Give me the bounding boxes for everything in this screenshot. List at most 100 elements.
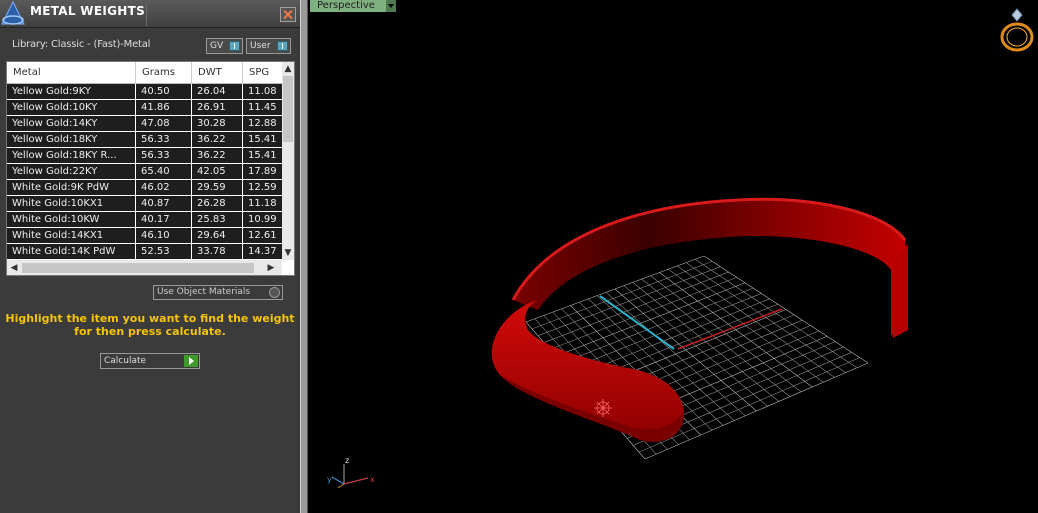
- panel-titlebar[interactable]: METAL WEIGHTS: [0, 0, 300, 28]
- cell-grams: 40.17: [136, 212, 192, 227]
- cell-spg: 12.61: [248, 230, 277, 241]
- cell-grams: 56.33: [136, 132, 192, 147]
- cell-grams: 56.33: [136, 148, 192, 163]
- column-header-spg[interactable]: SPG: [243, 62, 282, 84]
- toggle-circle-icon: [269, 287, 280, 298]
- cell-metal: White Gold:10KW: [7, 212, 136, 227]
- panel-splitter[interactable]: [300, 0, 308, 513]
- cell-spg: 14.37: [248, 246, 277, 257]
- gv-toggle[interactable]: GV: [206, 38, 243, 54]
- table-row[interactable]: Yellow Gold:22KY 65.40 42.05 17.89: [7, 164, 282, 180]
- cell-spg: 12.88: [248, 118, 277, 129]
- vertical-scroll-thumb[interactable]: [283, 76, 293, 142]
- cell-metal: Yellow Gold:14KY: [7, 116, 136, 131]
- horizontal-scroll-thumb[interactable]: [22, 263, 254, 273]
- axis-x-label: x: [370, 475, 375, 484]
- scroll-right-icon[interactable]: ▶: [265, 261, 277, 275]
- title-separator: [146, 4, 147, 26]
- app-logo-icon: [1, 0, 25, 25]
- cell-metal: White Gold:9K PdW: [7, 180, 136, 195]
- cell-grams: 46.10: [136, 228, 192, 243]
- calculate-label: Calculate: [104, 356, 147, 366]
- use-object-materials-label: Use Object Materials: [157, 287, 251, 297]
- cell-spg: 10.99: [248, 214, 277, 225]
- cell-grams: 40.50: [136, 84, 192, 99]
- table-row[interactable]: White Gold:14KX1 46.10 29.64 12.61: [7, 228, 282, 244]
- calculate-go-icon[interactable]: [184, 355, 198, 367]
- cell-dwt: 26.91: [192, 100, 243, 115]
- column-header-dwt[interactable]: DWT: [192, 62, 243, 84]
- panel-title: METAL WEIGHTS: [30, 4, 146, 18]
- view-mode-label: Perspective: [317, 0, 375, 11]
- column-header-metal[interactable]: Metal: [7, 62, 136, 84]
- gv-label: GV: [210, 41, 224, 51]
- calculate-button[interactable]: Calculate: [100, 353, 200, 369]
- cell-metal: White Gold:14K PdW: [7, 244, 136, 259]
- cell-spg: 12.59: [248, 182, 277, 193]
- vertical-scrollbar[interactable]: ▲ ▼: [282, 62, 294, 260]
- cell-dwt: 36.22: [192, 148, 243, 163]
- instruction-line-1: Highlight the item you want to find the …: [5, 312, 295, 325]
- axis-z-label: z: [345, 456, 349, 465]
- cell-dwt: 26.04: [192, 84, 243, 99]
- instruction-text: Highlight the item you want to find the …: [0, 312, 300, 338]
- cell-dwt: 26.28: [192, 196, 243, 211]
- horizontal-scrollbar[interactable]: ◀ ▶: [7, 260, 282, 275]
- cell-dwt: 36.22: [192, 132, 243, 147]
- scroll-left-icon[interactable]: ◀: [8, 261, 20, 275]
- cell-dwt: 29.59: [192, 180, 243, 195]
- user-indicator-icon: [277, 41, 288, 51]
- table-row[interactable]: Yellow Gold:10KY 41.86 26.91 11.45: [7, 100, 282, 116]
- cell-spg: 11.08: [248, 86, 277, 97]
- cell-grams: 47.08: [136, 116, 192, 131]
- user-toggle[interactable]: User: [246, 38, 291, 54]
- cell-dwt: 30.28: [192, 116, 243, 131]
- grid-line: [686, 262, 846, 373]
- column-header-grams[interactable]: Grams: [136, 62, 192, 84]
- table-row[interactable]: Yellow Gold:14KY 47.08 30.28 12.88: [7, 116, 282, 132]
- table-row[interactable]: White Gold:14K PdW 52.53 33.78 14.37: [7, 244, 282, 260]
- instruction-line-2: for then press calculate.: [74, 325, 226, 338]
- table-row[interactable]: Yellow Gold:9KY 40.50 26.04 11.08: [7, 84, 282, 100]
- close-icon[interactable]: [280, 7, 296, 22]
- cell-spg: 15.41: [248, 150, 277, 161]
- table-row[interactable]: Yellow Gold:18KY R... 56.33 36.22 15.41: [7, 148, 282, 164]
- cell-dwt: 42.05: [192, 164, 243, 179]
- cell-grams: 41.86: [136, 100, 192, 115]
- cell-metal: Yellow Gold:22KY: [7, 164, 136, 179]
- ring-band-front: [491, 300, 685, 442]
- cell-spg: 15.41: [248, 134, 277, 145]
- table-row[interactable]: White Gold:10KX1 40.87 26.28 11.18: [7, 196, 282, 212]
- scroll-down-icon[interactable]: ▼: [282, 247, 294, 259]
- table-row[interactable]: White Gold:9K PdW 46.02 29.59 12.59: [7, 180, 282, 196]
- user-label: User: [250, 41, 271, 51]
- table-row[interactable]: White Gold:10KW 40.17 25.83 10.99: [7, 212, 282, 228]
- metal-table: Metal Grams DWT SPG Yellow Gold:9KY 40.50…: [6, 61, 295, 276]
- cell-grams: 52.53: [136, 244, 192, 259]
- cell-grams: 40.87: [136, 196, 192, 211]
- view-mode-dropdown-icon[interactable]: [386, 0, 396, 12]
- gv-indicator-icon: [229, 41, 240, 51]
- 3d-viewport[interactable]: Perspective z x y: [308, 0, 1038, 513]
- cell-metal: Yellow Gold:9KY: [7, 84, 136, 99]
- cell-metal: Yellow Gold:10KY: [7, 100, 136, 115]
- cell-metal: Yellow Gold:18KY: [7, 132, 136, 147]
- cell-spg: 11.45: [248, 102, 277, 113]
- ring-band-back: [513, 199, 905, 336]
- scene-canvas[interactable]: [308, 0, 1038, 513]
- view-mode-tab[interactable]: Perspective: [310, 0, 396, 12]
- table-body: Yellow Gold:9KY 40.50 26.04 11.08 Yellow Gol…: [7, 84, 282, 260]
- axes-gizmo-icon: z x y: [327, 456, 375, 489]
- y-axis-line: [599, 295, 675, 350]
- cell-metal: Yellow Gold:18KY R...: [7, 148, 136, 163]
- grid-line: [703, 255, 869, 364]
- library-label: Library: Classic - (Fast)-Metal: [12, 39, 151, 50]
- cell-grams: 46.02: [136, 180, 192, 195]
- ring-icon[interactable]: [998, 5, 1036, 53]
- use-object-materials-toggle[interactable]: Use Object Materials: [153, 285, 283, 300]
- cell-dwt: 33.78: [192, 244, 243, 259]
- scroll-up-icon[interactable]: ▲: [282, 63, 294, 75]
- cell-spg: 17.89: [248, 166, 277, 177]
- table-row[interactable]: Yellow Gold:18KY 56.33 36.22 15.41: [7, 132, 282, 148]
- grid-line: [694, 259, 858, 369]
